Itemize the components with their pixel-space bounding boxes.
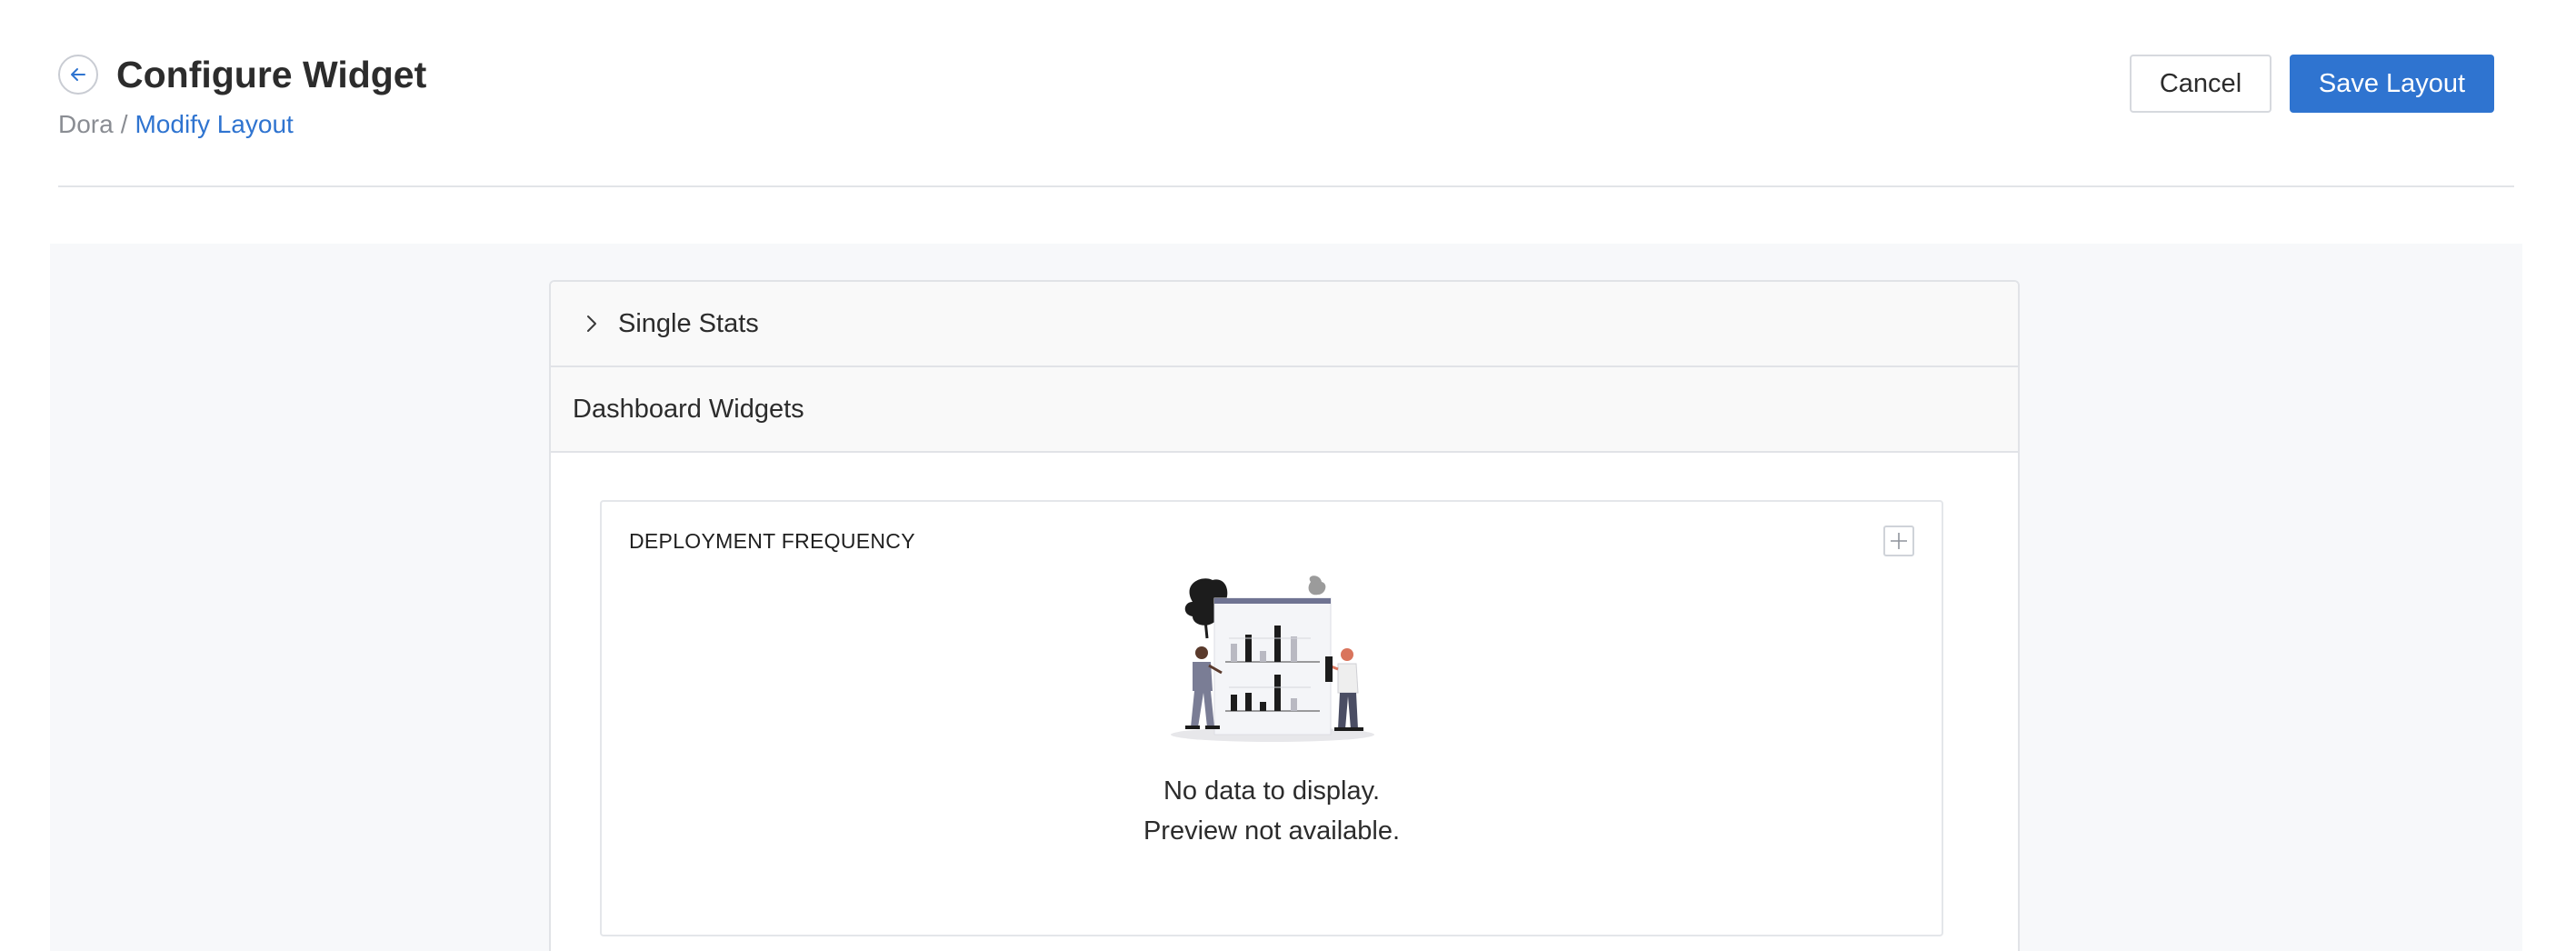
empty-state-submessage: Preview not available. [1143,816,1401,846]
breadcrumb-current[interactable]: Modify Layout [135,110,293,138]
dashboard-widgets-section-header: Dashboard Widgets [551,367,2018,453]
arrow-left-icon [71,68,85,81]
single-stats-section-header[interactable]: Single Stats [551,282,2018,367]
cancel-button[interactable]: Cancel [2130,55,2271,113]
empty-state-message: No data to display. [1163,776,1381,806]
widget-title: DEPLOYMENT FREQUENCY [629,529,915,553]
save-layout-button[interactable]: Save Layout [2290,55,2494,113]
breadcrumb: Dora / Modify Layout [58,109,294,140]
page-title: Configure Widget [116,54,427,95]
move-plus-icon[interactable] [1883,526,1914,556]
chevron-right-icon [582,314,602,334]
single-stats-label: Single Stats [618,308,759,338]
dashboard-widgets-label: Dashboard Widgets [573,394,804,424]
page: Configure Widget Dora / Modify Layout Canc… [0,0,2576,951]
layout-panel: Single Stats Dashboard Widgets DEPLOYMEN… [549,280,2020,951]
back-button[interactable] [58,55,98,95]
empty-data-illustration [1171,576,1374,742]
deployment-frequency-widget[interactable]: DEPLOYMENT FREQUENCY No data to display.… [600,500,1943,936]
breadcrumb-root[interactable]: Dora [58,110,114,138]
header-divider [58,185,2514,187]
breadcrumb-separator: / [120,110,128,138]
